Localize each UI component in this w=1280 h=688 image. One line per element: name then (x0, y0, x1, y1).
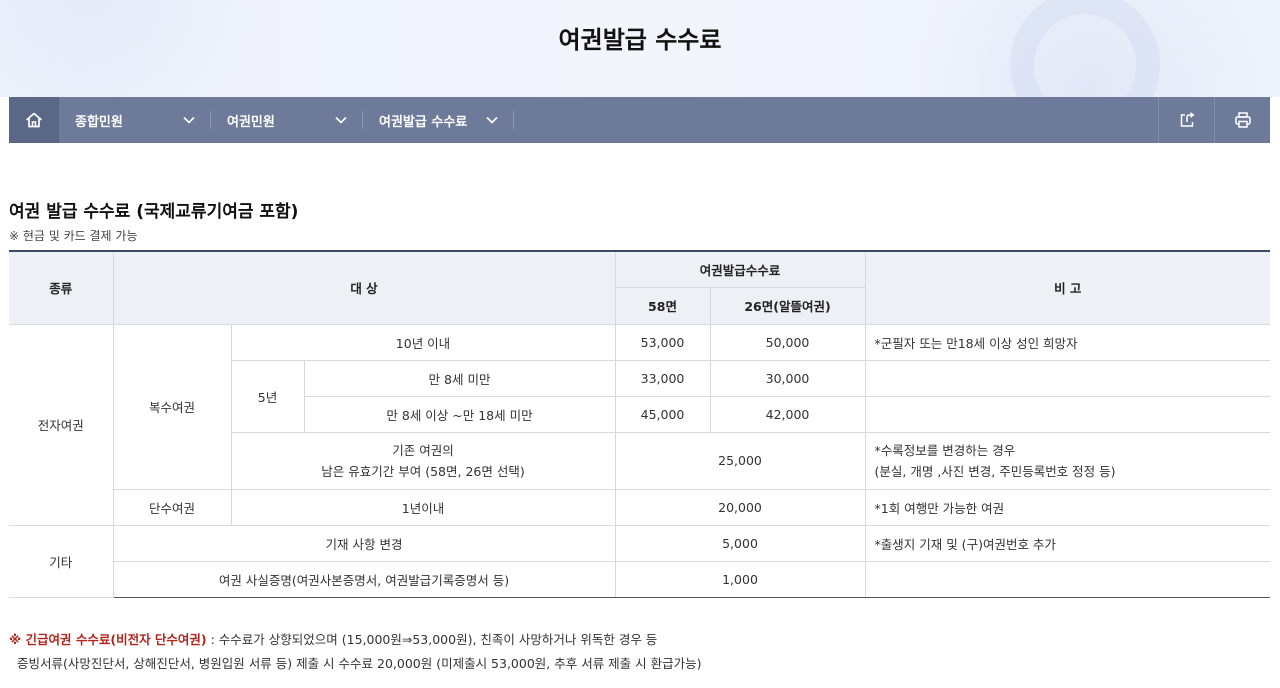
remark-line: *수록정보를 변경하는 경우 (874, 442, 1016, 458)
remark-cell: *1회 여행만 가능한 여권 (864, 488, 1271, 526)
target-cell: 만 8세 이상 ~만 18세 미만 (304, 395, 616, 433)
period-cell: 5년 (231, 359, 305, 433)
nav-item-label: 여권민원 (227, 114, 275, 130)
target-line: 기존 여권의 (392, 442, 454, 458)
target-cell: 만 8세 미만 (303, 359, 616, 397)
target-cell: 여권 사실증명(여권사본증명서, 여권발급기록증명서 등) (113, 560, 616, 598)
target-cell: 기존 여권의 남은 유효기간 부여 (58면, 26면 선택) (231, 431, 616, 490)
header-target: 대 상 (112, 250, 616, 325)
note-line: 증빙서류(사망진단서, 상해진단서, 병원입원 서류 등) 제출 시 수수료 2… (17, 656, 702, 671)
remark-cell: *군필자 또는 만18세 이상 성인 희망자 (864, 323, 1271, 361)
header-fee-58: 58면 (615, 286, 711, 325)
remark-line: (분실, 개명 ,사진 변경, 주민등록번호 정정 등) (874, 463, 1116, 479)
emergency-passport-note: ※ 긴급여권 수수료(비전자 단수여권) : 수수료가 상향되었으며 (15,0… (9, 628, 702, 676)
table-row: 기타 기재 사항 변경 5,000 *출생지 기재 및 (구)여권번호 추가 (9, 524, 1271, 598)
note-emphasis: ※ 긴급여권 수수료(비전자 단수여권) (9, 632, 207, 647)
print-icon (1234, 112, 1251, 128)
home-icon (26, 112, 42, 128)
share-icon (1180, 112, 1194, 127)
chevron-down-icon (486, 116, 498, 124)
section-title: 여권 발급 수수료 (국제교류기여금 포함) (9, 202, 299, 222)
fee-cell: 45,000 (614, 395, 711, 433)
nav-item-passport-fee[interactable]: 여권발급 수수료 (363, 97, 514, 143)
fee-cell: 30,000 (709, 359, 866, 397)
header-fee-26: 26면(알뜰여권) (709, 286, 866, 325)
header-type: 종류 (9, 250, 114, 325)
remark-cell (864, 359, 1271, 397)
header-fee: 여권발급수수료 (614, 250, 866, 288)
table-row: 전자여권 복수여권 10년 이내 53,000 50,000 *군필자 또는 만… (9, 323, 1271, 526)
fee-cell: 1,000 (614, 560, 866, 598)
print-button[interactable] (1214, 97, 1270, 143)
passport-kind-cell: 복수여권 (112, 323, 232, 490)
payment-note: ※ 현금 및 카드 결제 가능 (9, 229, 138, 243)
fee-cell: 50,000 (709, 323, 866, 361)
note-text: : 수수료가 상향되었으며 (15,000원⇒53,000원), 친족이 사망하… (206, 632, 658, 647)
header-remark: 비 고 (864, 250, 1271, 325)
nav-item-passport-civil[interactable]: 여권민원 (211, 97, 363, 143)
fee-cell: 53,000 (614, 323, 711, 361)
target-line: 남은 유효기간 부여 (58면, 26면 선택) (321, 463, 525, 479)
nav-item-label: 여권발급 수수료 (379, 114, 468, 130)
remark-cell (864, 560, 1271, 598)
breadcrumb-nav: 종합민원 여권민원 여권발급 수수료 (9, 97, 1270, 143)
passport-kind-cell: 단수여권 (113, 488, 232, 526)
category-cell: 전자여권 (9, 323, 114, 526)
table-row: 단수여권 1년이내 20,000 *1회 여행만 가능한 여권 (9, 488, 1271, 526)
chevron-down-icon (183, 116, 195, 124)
fee-cell: 25,000 (614, 431, 866, 490)
hero-banner: 여권발급 수수료 (0, 0, 1280, 97)
table-row: 여권 사실증명(여권사본증명서, 여권발급기록증명서 등) 1,000 (9, 560, 1271, 598)
page-title: 여권발급 수수료 (558, 26, 722, 54)
remark-cell: *출생지 기재 및 (구)여권번호 추가 (864, 524, 1271, 562)
target-cell: 10년 이내 (230, 323, 616, 361)
target-cell: 1년이내 (230, 488, 616, 526)
chevron-down-icon (335, 116, 347, 124)
fee-cell: 42,000 (709, 395, 866, 433)
fee-table: 종류 대 상 여권발급수수료 비 고 58면 26면(알뜰여권) 전자여권 복수… (9, 250, 1271, 598)
fee-cell: 33,000 (614, 359, 711, 397)
remark-cell (864, 395, 1271, 433)
nav-item-label: 종합민원 (75, 114, 123, 130)
note-line: ※ 긴급여권 수수료(비전자 단수여권) : 수수료가 상향되었으며 (15,0… (9, 628, 702, 652)
category-cell: 기타 (9, 524, 114, 598)
share-button[interactable] (1158, 97, 1214, 143)
target-cell: 기재 사항 변경 (112, 524, 616, 562)
home-button[interactable] (9, 97, 59, 143)
fee-cell: 20,000 (614, 488, 866, 526)
remark-cell: *수록정보를 변경하는 경우 (분실, 개명 ,사진 변경, 주민등록번호 정정… (864, 431, 1271, 490)
fee-cell: 5,000 (614, 524, 866, 562)
nav-item-general-civil[interactable]: 종합민원 (59, 97, 211, 143)
